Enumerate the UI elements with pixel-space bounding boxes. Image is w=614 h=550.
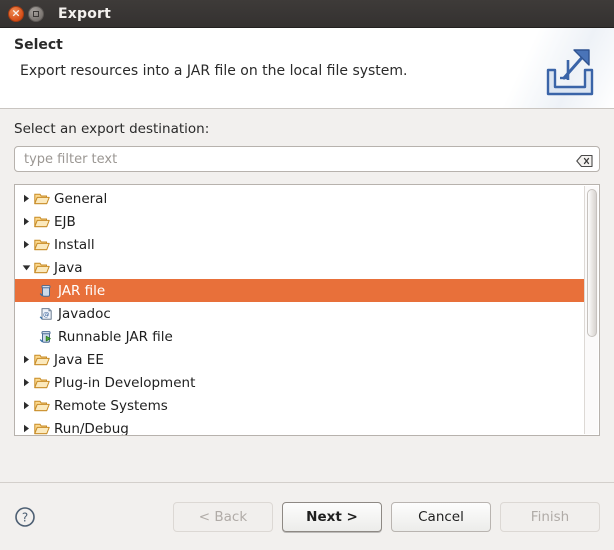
export-wizard-icon (538, 44, 602, 102)
tree-rows-container: General EJB Install Java JAR file @ Java… (15, 185, 584, 435)
tree-item-general[interactable]: General (15, 187, 584, 210)
tree-item-java-ee[interactable]: Java EE (15, 348, 584, 371)
dialog-body: Select an export destination: type filte… (0, 109, 614, 482)
folder-icon (33, 192, 51, 206)
title-bar: × Export (0, 0, 614, 28)
javadoc-icon: @ (37, 307, 55, 321)
tree-item-plug-in-development[interactable]: Plug-in Development (15, 371, 584, 394)
tree-item-label: Javadoc (58, 305, 111, 322)
folder-icon (33, 353, 51, 367)
export-dialog-window: × Export Select Export resources into a … (0, 0, 614, 550)
folder-icon (33, 215, 51, 229)
tree-item-javadoc[interactable]: @ Javadoc (15, 302, 584, 325)
tree-item-run-debug[interactable]: Run/Debug (15, 417, 584, 435)
finish-button[interactable]: Finish (500, 501, 600, 532)
page-description: Export resources into a JAR file on the … (20, 63, 408, 79)
chevron-right-icon[interactable] (19, 378, 33, 387)
tree-item-ejb[interactable]: EJB (15, 210, 584, 233)
svg-text:@: @ (43, 310, 49, 318)
tree-item-label: Remote Systems (54, 397, 168, 414)
chevron-right-icon[interactable] (19, 217, 33, 226)
page-title: Select (14, 37, 63, 53)
jar-file-icon (37, 284, 55, 298)
scrollbar-thumb[interactable] (587, 189, 597, 337)
svg-text:?: ? (22, 510, 28, 524)
tree-item-label: General (54, 190, 108, 207)
tree-item-runnable-jar-file[interactable]: Runnable JAR file (15, 325, 584, 348)
tree-item-label: Java EE (54, 351, 104, 368)
filter-input[interactable] (14, 146, 600, 172)
help-question-icon[interactable]: ? (14, 506, 36, 528)
maximize-button[interactable] (28, 5, 44, 22)
window-title: Export (58, 5, 112, 22)
runnable-jar-icon (37, 330, 55, 344)
clear-backspace-icon[interactable] (576, 153, 593, 168)
folder-icon (33, 422, 51, 436)
folder-icon (33, 238, 51, 252)
tree-item-label: Install (54, 236, 95, 253)
chevron-down-icon[interactable] (19, 263, 33, 272)
back-button[interactable]: < Back (173, 501, 273, 532)
folder-icon (33, 261, 51, 275)
destination-label: Select an export destination: (14, 121, 210, 137)
folder-icon (33, 399, 51, 413)
tree-scrollbar[interactable] (584, 186, 598, 434)
chevron-right-icon[interactable] (19, 240, 33, 249)
next-button[interactable]: Next > (282, 501, 382, 532)
wizard-header: Select Export resources into a JAR file … (0, 28, 614, 109)
chevron-right-icon[interactable] (19, 355, 33, 364)
tree-item-jar-file[interactable]: JAR file (15, 279, 584, 302)
folder-icon (33, 376, 51, 390)
wizard-buttons: < Back Next > Cancel Finish (173, 501, 600, 532)
filter-field-wrapper (14, 146, 600, 172)
close-icon: × (11, 6, 21, 20)
tree-item-label: Plug-in Development (54, 374, 196, 391)
tree-item-label: EJB (54, 213, 76, 230)
maximize-icon (33, 10, 39, 17)
tree-item-install[interactable]: Install (15, 233, 584, 256)
tree-item-remote-systems[interactable]: Remote Systems (15, 394, 584, 417)
close-button[interactable]: × (8, 5, 24, 22)
tree-item-java[interactable]: Java (15, 256, 584, 279)
export-destination-tree[interactable]: General EJB Install Java JAR file @ Java… (14, 184, 600, 436)
tree-item-label: Runnable JAR file (58, 328, 173, 345)
tree-item-label: Run/Debug (54, 420, 129, 436)
chevron-right-icon[interactable] (19, 424, 33, 433)
dialog-footer: ? < Back Next > Cancel Finish (0, 482, 614, 550)
tree-item-label: JAR file (58, 282, 106, 299)
tree-item-label: Java (54, 259, 83, 276)
chevron-right-icon[interactable] (19, 401, 33, 410)
cancel-button[interactable]: Cancel (391, 501, 491, 532)
chevron-right-icon[interactable] (19, 194, 33, 203)
